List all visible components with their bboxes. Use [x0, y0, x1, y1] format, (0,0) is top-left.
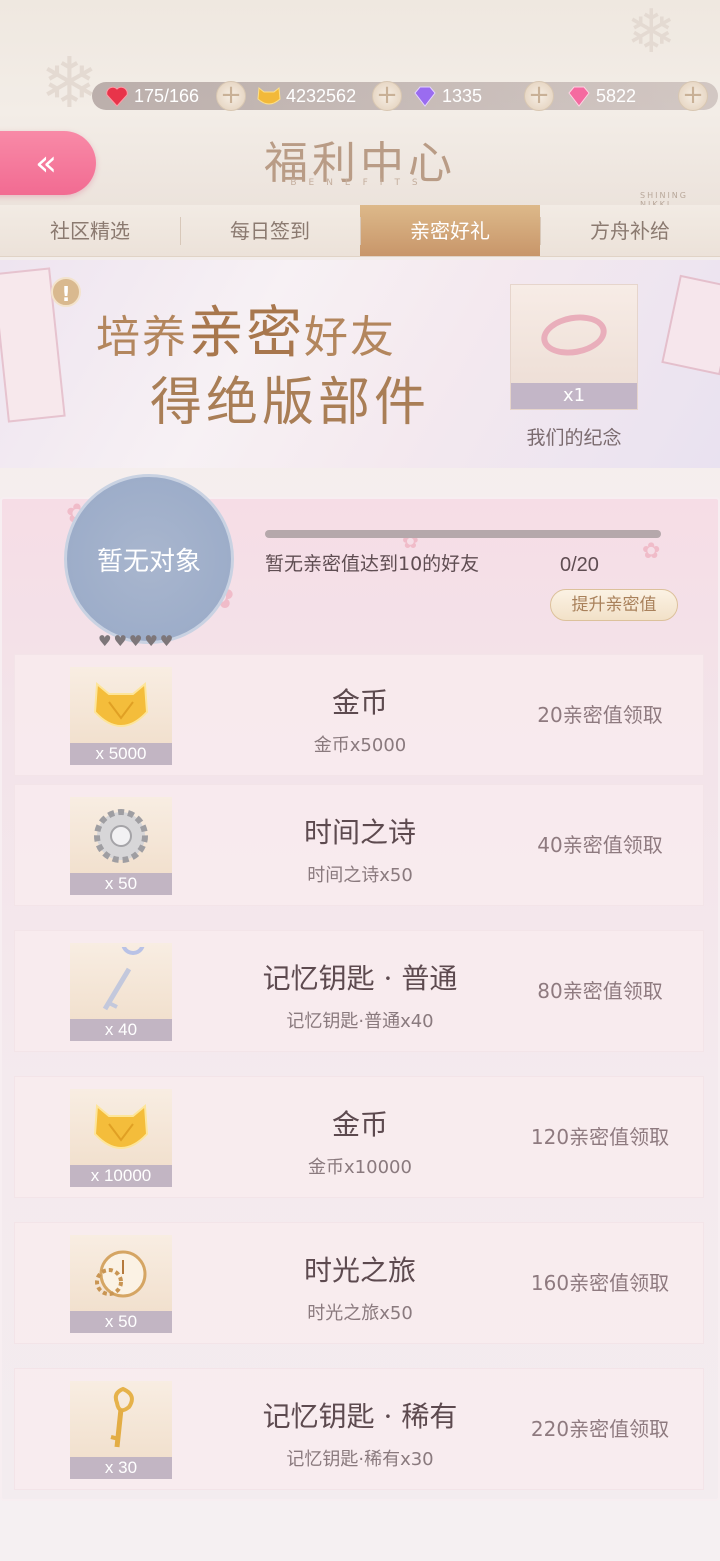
gold-coin-icon	[70, 1093, 172, 1163]
gold-coin-icon	[70, 671, 172, 741]
heart-icon	[104, 83, 130, 109]
friend-status-text: 暂无亲密值达到10的好友	[265, 553, 480, 575]
add-gold-button[interactable]: +	[372, 81, 402, 111]
stamina-value: 175/166	[134, 85, 200, 106]
reward-item-qty: x 5000	[70, 743, 172, 765]
reward-item-desc: 时光之旅x50	[307, 1303, 413, 1324]
cat-coin-icon	[256, 83, 282, 109]
friend-avatar[interactable]: 暂无对象	[64, 474, 234, 644]
tab-bar: 社区精选 每日签到 亲密好礼 方舟补给	[0, 205, 720, 257]
reward-row: x 50 时光之旅时光之旅x50 160亲密值领取	[14, 1222, 704, 1344]
reward-item-name: 时间之诗	[303, 816, 416, 849]
add-pink-diamond-button[interactable]: +	[678, 81, 708, 111]
gold-clock-icon	[70, 1239, 172, 1309]
purple-diamond-value: 1335	[442, 85, 483, 106]
reward-item-desc: 记忆钥匙·普通x40	[286, 1011, 434, 1032]
reward-item-name: 金币	[331, 1108, 388, 1141]
claim-button[interactable]: 120亲密值领取	[515, 1121, 685, 1150]
add-purple-diamond-button[interactable]: +	[524, 81, 554, 111]
tab-intimacy-gifts[interactable]: 亲密好礼	[360, 205, 540, 256]
friend-avatar-text: 暂无对象	[96, 546, 201, 577]
reward-item-desc: 时间之诗x50	[307, 865, 413, 886]
silver-key-icon	[70, 947, 172, 1017]
claim-button[interactable]: 20亲密值领取	[515, 699, 685, 728]
claim-button[interactable]: 220亲密值领取	[515, 1413, 685, 1442]
intimacy-progress-bar	[265, 530, 661, 538]
reward-row: x 40 记忆钥匙 · 普通记忆钥匙·普通x40 80亲密值领取	[14, 930, 704, 1052]
boost-intimacy-button[interactable]: 提升亲密值	[550, 589, 678, 621]
reward-item-name: 金币	[331, 686, 388, 719]
snowflake-decoration: ❄	[40, 42, 99, 124]
intimacy-hearts: ♥♥♥♥♥	[98, 632, 176, 650]
reward-item-thumb[interactable]: x 5000	[70, 667, 172, 765]
reward-item-qty: x 50	[70, 1311, 172, 1333]
add-stamina-button[interactable]: +	[216, 81, 246, 111]
currency-purple-diamond: 1335	[412, 82, 482, 110]
reward-item-qty: x 40	[70, 1019, 172, 1041]
snowflake-decoration: ❄	[626, 0, 677, 67]
claim-button[interactable]: 80亲密值领取	[515, 975, 685, 1004]
ring-icon	[538, 309, 610, 361]
banner-reward-name: 我们的纪念	[526, 427, 622, 449]
tab-community[interactable]: 社区精选	[0, 205, 180, 256]
reward-item-qty: x 10000	[70, 1165, 172, 1187]
reward-item-desc: 金币x5000	[313, 735, 407, 756]
banner-headline-part1: 培养	[96, 312, 188, 363]
page-subtitle: BENEFITS	[290, 178, 430, 188]
reward-item-thumb[interactable]: x 50	[70, 797, 172, 895]
banner-headline-part2: 亲密	[188, 301, 304, 366]
banner-headline-part3: 好友	[304, 312, 396, 363]
reward-row: x 30 记忆钥匙 · 稀有记忆钥匙·稀有x30 220亲密值领取	[14, 1368, 704, 1490]
purple-diamond-icon	[412, 83, 438, 109]
reward-item-thumb[interactable]: x 30	[70, 1381, 172, 1479]
reward-item-desc: 记忆钥匙·稀有x30	[286, 1449, 434, 1470]
reward-row: x 10000 金币金币x10000 120亲密值领取	[14, 1076, 704, 1198]
banner-subheadline: 得绝版部件	[150, 373, 431, 433]
tab-ark-supply[interactable]: 方舟补给	[540, 205, 720, 256]
currency-gold: 4232562	[256, 82, 356, 110]
reward-item-desc: 金币x10000	[308, 1157, 412, 1178]
currency-stamina: 175/166	[104, 82, 199, 110]
currency-pink-diamond: 5822	[566, 82, 636, 110]
reward-item-name: 记忆钥匙 · 稀有	[262, 1400, 458, 1433]
tab-daily-signin[interactable]: 每日签到	[180, 205, 360, 256]
claim-button[interactable]: 40亲密值领取	[515, 829, 685, 858]
claim-button[interactable]: 160亲密值领取	[515, 1267, 685, 1296]
reward-item-thumb[interactable]: x 50	[70, 1235, 172, 1333]
gold-key-icon	[70, 1385, 172, 1455]
pink-diamond-icon	[566, 83, 592, 109]
info-icon[interactable]: !	[51, 277, 81, 307]
reward-item-thumb[interactable]: x 10000	[70, 1089, 172, 1187]
reward-item-name: 时光之旅	[303, 1254, 416, 1287]
card-decoration	[661, 274, 720, 376]
silver-gear-icon	[70, 801, 172, 871]
reward-item-qty: x 50	[70, 873, 172, 895]
reward-row: x 50 时间之诗时间之诗x50 40亲密值领取	[14, 784, 704, 906]
banner-headline: 培养亲密好友	[96, 288, 396, 369]
reward-item-qty: x 30	[70, 1457, 172, 1479]
banner-reward-qty: x1	[511, 383, 637, 409]
reward-item-thumb[interactable]: x 40	[70, 943, 172, 1041]
banner-reward-card[interactable]: x1	[510, 284, 638, 410]
gold-value: 4232562	[286, 85, 357, 106]
blossom-decoration: ✿	[642, 539, 661, 564]
reward-item-name: 记忆钥匙 · 普通	[262, 962, 458, 995]
pink-diamond-value: 5822	[596, 85, 637, 106]
reward-row: x 5000 金币金币x5000 20亲密值领取	[14, 654, 704, 776]
intimacy-progress-value: 0/20	[560, 554, 599, 576]
